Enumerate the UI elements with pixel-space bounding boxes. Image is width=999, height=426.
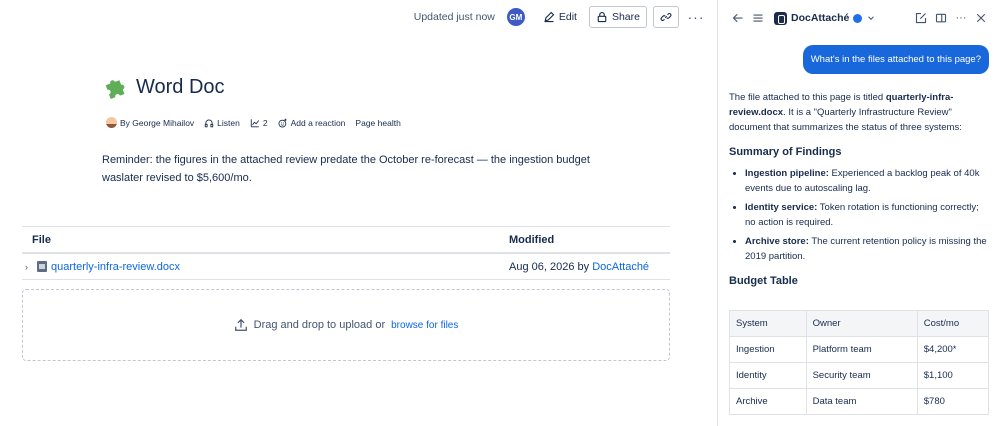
modified-date: Aug 06, 2026 by	[509, 260, 593, 273]
emoji-add-icon	[278, 118, 287, 127]
upload-icon	[234, 318, 247, 331]
user-question-bubble: What's in the files attached to this pag…	[802, 45, 989, 74]
close-icon[interactable]	[971, 8, 991, 28]
attachments-table: File Modified › quarterly-infra-review.d…	[22, 226, 670, 280]
docattache-logo-icon	[774, 11, 787, 25]
add-reaction-button[interactable]: Add a reaction	[278, 117, 346, 128]
reminder-paragraph: Reminder: the figures in the attached re…	[102, 154, 590, 184]
author-byline[interactable]: By George Mihailov	[106, 117, 194, 128]
edit-label: Edit	[558, 11, 577, 23]
column-header-modified[interactable]: Modified	[499, 234, 670, 246]
listen-label: Listen	[217, 117, 240, 128]
table-cell: Data team	[805, 388, 918, 415]
dropzone-text: Drag and drop to upload or	[253, 319, 386, 331]
file-cell: › quarterly-infra-review.docx	[22, 261, 499, 273]
puzzle-emoji-icon	[105, 80, 125, 99]
edit-button[interactable]: Edit	[537, 6, 583, 28]
column-header-file[interactable]: File	[22, 234, 499, 246]
file-link[interactable]: quarterly-infra-review.docx	[51, 261, 180, 273]
pencil-icon	[544, 11, 555, 23]
listen-button[interactable]: Listen	[204, 118, 240, 128]
modified-cell: Aug 06, 2026 by DocAttaché	[499, 261, 670, 273]
table-row: Ingestion Platform team $4,200*	[729, 336, 990, 363]
column-header: System	[729, 310, 807, 337]
table-row: Archive Data team $780	[729, 388, 990, 415]
attachments-header: File Modified	[22, 226, 670, 254]
more-options-icon[interactable]: ···	[951, 8, 971, 28]
updated-status: Updated just now	[413, 11, 495, 23]
table-row: › quarterly-infra-review.docx Aug 06, 20…	[22, 254, 670, 280]
assistant-selector[interactable]: DocAttaché	[774, 11, 876, 25]
answer-intro: The file attached to this page is titled…	[729, 92, 962, 133]
share-button[interactable]: Share	[588, 6, 647, 28]
author-avatar	[106, 117, 117, 128]
page-meta: By George Mihailov Listen 2 Add a reacti…	[106, 117, 401, 128]
author-name: By George Mihailov	[120, 117, 195, 128]
chevron-down-icon	[868, 16, 875, 20]
findings-list: Ingestion pipeline: Experienced a backlo…	[729, 166, 991, 264]
table-cell: Archive	[729, 388, 807, 415]
table-cell: $1,100	[916, 362, 990, 389]
copy-link-button[interactable]	[653, 6, 679, 28]
page-title: Word Doc	[136, 75, 225, 98]
table-cell: Security team	[805, 362, 918, 389]
analytics-count: 2	[262, 117, 268, 128]
analytics-button[interactable]: 2	[250, 118, 268, 128]
table-cell: $4,200*	[916, 336, 990, 363]
column-header: Cost/mo	[916, 310, 990, 337]
assistant-answer: The file attached to this page is titled…	[729, 90, 991, 295]
table-header-row: System Owner Cost/mo	[729, 310, 990, 337]
add-reaction-label: Add a reaction	[290, 117, 346, 128]
modified-by-link[interactable]: DocAttaché	[592, 261, 649, 273]
headphones-icon	[204, 119, 214, 127]
menu-icon[interactable]	[748, 8, 768, 28]
budget-heading: Budget Table	[729, 275, 798, 287]
table-cell: Identity	[729, 362, 807, 389]
sidebar-toggle-icon[interactable]	[931, 8, 951, 28]
lock-icon	[597, 11, 607, 23]
trend-icon	[250, 118, 259, 127]
list-item: Identity service: Token rotation is func…	[745, 200, 991, 230]
link-icon	[660, 12, 672, 22]
document-icon	[37, 261, 47, 272]
table-cell: $780	[916, 388, 990, 415]
browse-files-link[interactable]: browse for files	[391, 320, 458, 331]
list-item: Archive store: The current retention pol…	[745, 234, 991, 264]
table-cell: Platform team	[805, 336, 918, 363]
column-header: Owner	[805, 310, 918, 337]
table-cell: Ingestion	[729, 336, 807, 363]
new-chat-icon[interactable]	[911, 8, 931, 28]
upload-dropzone[interactable]: Drag and drop to upload or browse for fi…	[22, 289, 670, 361]
share-label: Share	[611, 11, 640, 23]
avatar[interactable]: GM	[506, 8, 525, 26]
page-title-row: Word Doc	[102, 74, 225, 100]
verified-badge-icon	[853, 13, 863, 23]
assistant-header: DocAttaché ···	[728, 8, 991, 28]
chevron-right-icon[interactable]: ›	[25, 262, 33, 272]
back-arrow-icon[interactable]	[728, 8, 748, 28]
summary-heading: Summary of Findings	[729, 146, 842, 158]
table-row: Identity Security team $1,100	[729, 362, 990, 389]
more-actions-icon[interactable]: ···	[685, 6, 707, 28]
budget-table: System Owner Cost/mo Ingestion Platform …	[729, 310, 990, 415]
list-item: Ingestion pipeline: Experienced a backlo…	[745, 166, 991, 196]
page-toolbar: Updated just now GM Edit Share ···	[414, 6, 707, 28]
page-health-button[interactable]: Page health	[355, 118, 400, 128]
page-pane: Updated just now GM Edit Share ··· Word …	[0, 0, 717, 426]
assistant-panel: DocAttaché ··· What's in the files attac…	[717, 0, 999, 426]
assistant-name: DocAttaché	[791, 12, 850, 24]
